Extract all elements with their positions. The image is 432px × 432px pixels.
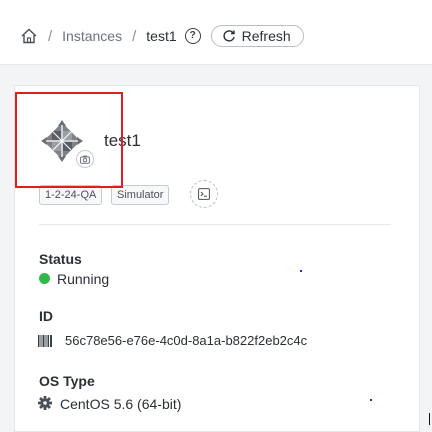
breadcrumb-separator: / bbox=[132, 27, 137, 45]
id-label: ID bbox=[39, 308, 53, 324]
tag-type: Simulator bbox=[111, 185, 170, 205]
status-value: Running bbox=[57, 271, 110, 287]
breadcrumb: / Instances / test1 ? Refresh bbox=[20, 24, 304, 48]
marker-dot bbox=[300, 270, 302, 272]
tag-version: 1-2-24-QA bbox=[39, 185, 103, 205]
marker-dot bbox=[370, 399, 372, 401]
status-label: Status bbox=[39, 251, 82, 267]
status-dot bbox=[39, 273, 50, 284]
os-type-value: CentOS 5.6 (64-bit) bbox=[60, 396, 182, 412]
refresh-icon bbox=[223, 30, 235, 42]
help-icon[interactable]: ? bbox=[184, 28, 201, 44]
divider bbox=[39, 224, 391, 225]
text-cursor bbox=[429, 413, 430, 425]
instance-id: 56c78e56-e76e-4c0d-8a1a-b822f2eb2c4c bbox=[65, 333, 308, 348]
console-button[interactable] bbox=[190, 180, 218, 208]
highlight-box bbox=[15, 92, 123, 188]
gear-icon bbox=[38, 396, 52, 410]
home-icon[interactable] bbox=[20, 27, 38, 45]
refresh-label: Refresh bbox=[241, 28, 291, 44]
console-icon bbox=[198, 188, 210, 200]
refresh-button[interactable]: Refresh bbox=[210, 25, 304, 47]
breadcrumb-separator: / bbox=[48, 27, 53, 45]
breadcrumb-current: test1 bbox=[146, 28, 177, 44]
barcode-icon bbox=[38, 335, 52, 347]
top-bar: / Instances / test1 ? Refresh bbox=[0, 0, 432, 65]
breadcrumb-instances[interactable]: Instances bbox=[62, 28, 122, 44]
os-type-label: OS Type bbox=[39, 373, 95, 389]
